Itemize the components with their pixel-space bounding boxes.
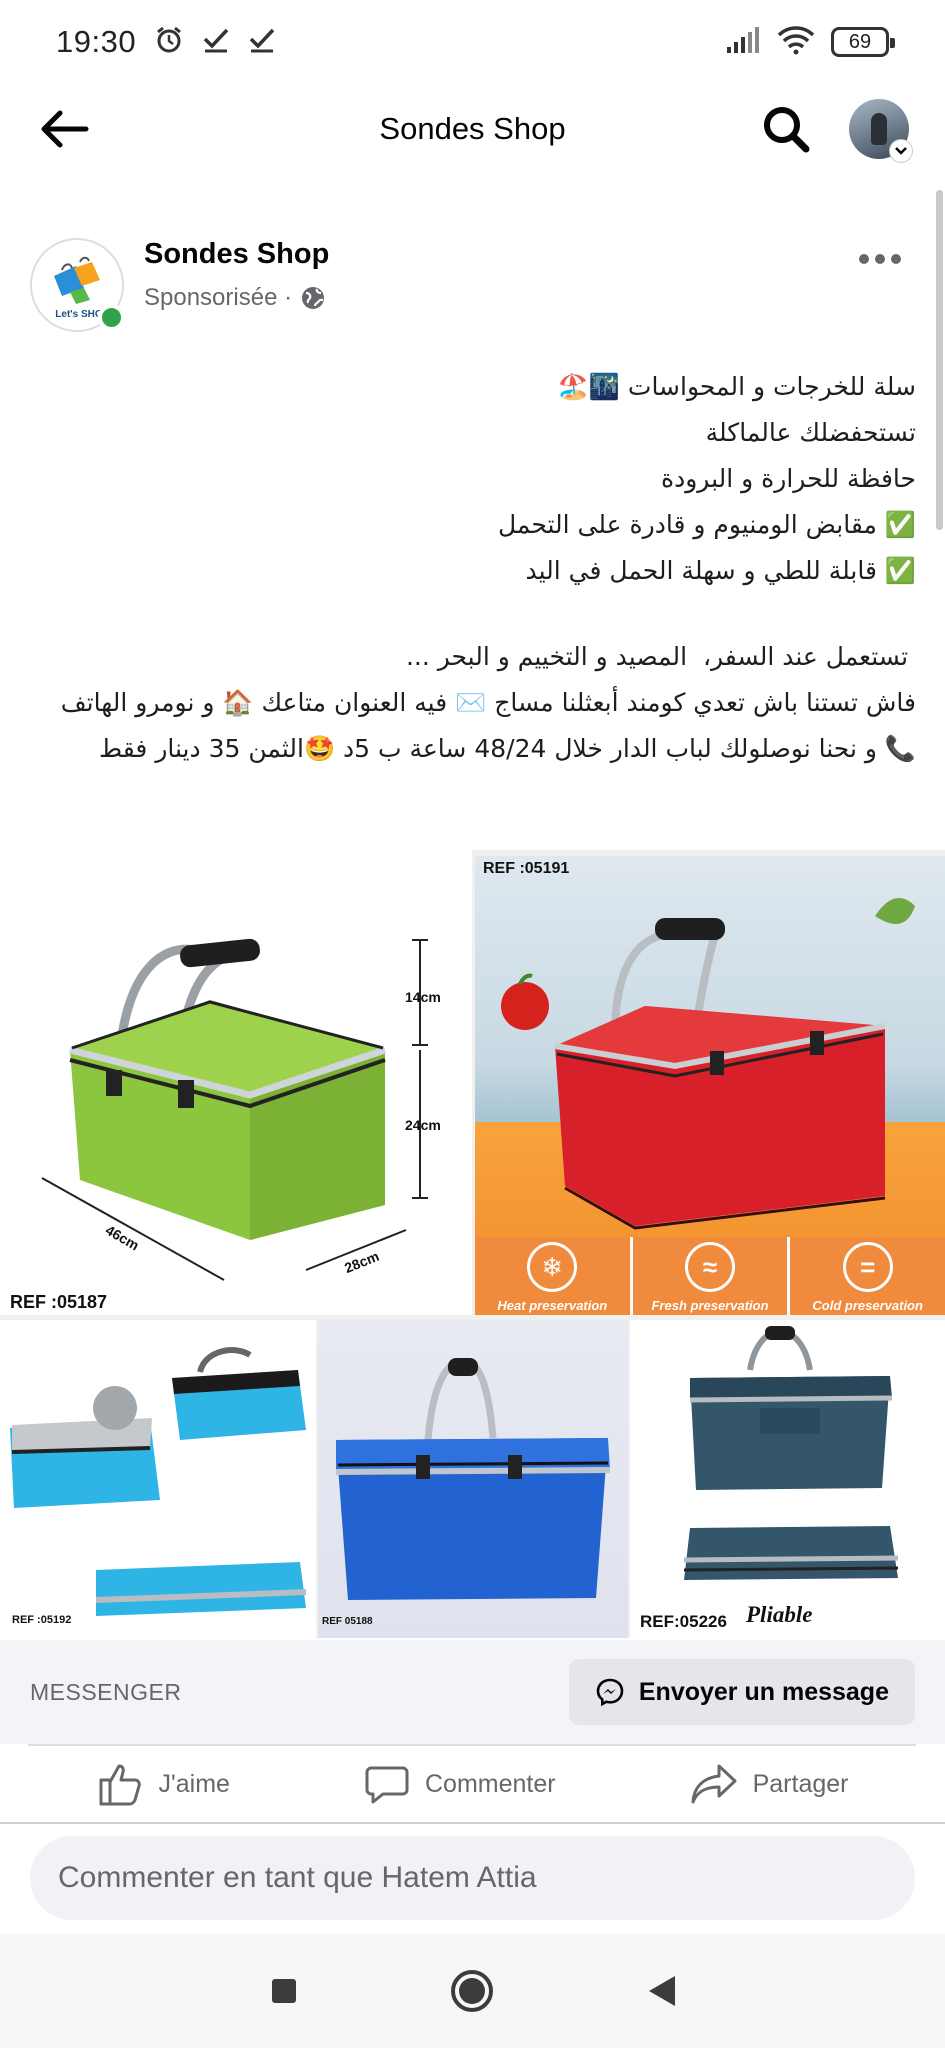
ref-label-blue: REF 05188: [322, 1616, 373, 1627]
system-nav-bar: [0, 1934, 945, 2048]
post-meta: Sponsorisée ·: [144, 284, 326, 312]
photo-navy-basket[interactable]: REF:05226 Pliable: [630, 1320, 945, 1638]
more-options-button[interactable]: [850, 244, 910, 274]
waves-icon: ≈: [685, 1242, 735, 1292]
post-actions: J'aime Commenter Partager: [0, 1746, 945, 1822]
feature-heat: ❄ Heat preservation: [475, 1237, 633, 1315]
post-line-7: تستعمل عند السفر، المصيد و التخييم و الب…: [405, 642, 916, 671]
post-line-gap: [56, 594, 916, 634]
profile-menu-button[interactable]: [849, 99, 913, 163]
share-icon: [689, 1760, 739, 1808]
check-icon: [248, 26, 276, 59]
ref-label-green: REF :05187: [10, 1292, 108, 1312]
messenger-label: MESSENGER: [30, 1678, 182, 1705]
dot: [891, 254, 901, 264]
post-line-1: سلة للخرجات و المحواسات 🌃🏖️: [557, 372, 916, 401]
photo-green-basket[interactable]: 14cm 24cm 46cm 28cm REF :05187: [0, 850, 472, 1315]
scrollbar[interactable]: [936, 190, 943, 530]
equals-icon: =: [842, 1242, 893, 1292]
post-header: Let's SHO Sondes Shop Sponsorisée ·: [28, 234, 918, 334]
dim-height-2: 24cm: [405, 1117, 441, 1133]
header-actions: [761, 99, 913, 163]
app-header: Sondes Shop: [0, 84, 945, 174]
feature-fresh: ≈ Fresh preservation: [633, 1237, 791, 1315]
page-name[interactable]: Sondes Shop: [144, 238, 329, 271]
check-icon: [202, 26, 230, 59]
snowflake-icon: ❄: [527, 1242, 578, 1292]
post-line-3: حافظة للحرارة و البرودة: [661, 464, 916, 493]
dim-length: 46cm: [103, 1222, 142, 1254]
comment-input[interactable]: [30, 1836, 915, 1920]
comment-area: [0, 1824, 945, 1934]
like-label: J'aime: [158, 1769, 230, 1798]
status-bar: 19:30 69: [0, 0, 945, 84]
chevron-down-icon: [889, 139, 913, 163]
share-button[interactable]: Partager: [689, 1760, 849, 1808]
messenger-icon: [595, 1677, 625, 1707]
battery-icon: 69: [831, 27, 895, 57]
ref-label-red: REF :05191: [483, 860, 570, 877]
comment-button[interactable]: Commenter: [363, 1760, 556, 1808]
status-right: 69: [725, 25, 895, 60]
wifi-icon: [777, 25, 815, 60]
alarm-icon: [154, 25, 184, 60]
globe-icon: [300, 285, 326, 311]
post-line-2: تستحفضلك عالماكلة: [705, 418, 916, 447]
battery-level: 69: [848, 30, 872, 53]
green-basket-illustration: 14cm 24cm 46cm 28cm: [41, 938, 441, 1281]
feature-bar: ❄ Heat preservation ≈ Fresh preservation…: [475, 1237, 945, 1315]
feature-heat-label: Heat preservation: [497, 1298, 608, 1313]
home-icon[interactable]: [449, 1968, 495, 2014]
navy-basket-illustration: [683, 1326, 899, 1580]
thumbs-up-icon: [97, 1760, 145, 1808]
signal-icon: [725, 26, 761, 58]
messenger-cta: MESSENGER Envoyer un message: [0, 1640, 945, 1744]
photo-light-blue-basket[interactable]: REF :05192: [0, 1320, 316, 1638]
arrow-left-icon[interactable]: [36, 101, 92, 157]
back-icon[interactable]: [645, 1974, 677, 2008]
dot: [875, 254, 885, 264]
post-line-8: فاش تستنا باش تعدي كومند أبعثلنا مساج ✉️…: [52, 688, 916, 763]
online-status-dot: [98, 304, 125, 331]
feature-cold-label: Cold preservation: [812, 1298, 923, 1313]
status-time: 19:30: [56, 24, 137, 59]
recents-icon[interactable]: [269, 1976, 299, 2006]
comment-icon: [363, 1760, 411, 1808]
status-left: 19:30: [56, 24, 276, 60]
send-message-button[interactable]: Envoyer un message: [568, 1659, 915, 1725]
pliable-label: Pliable: [746, 1602, 813, 1627]
feature-cold: = Cold preservation: [790, 1237, 945, 1315]
sponsored-label: Sponsorisée ·: [144, 284, 293, 311]
feature-fresh-label: Fresh preservation: [651, 1298, 769, 1313]
photo-grid: 14cm 24cm 46cm 28cm REF :05187 REF :0519…: [0, 850, 945, 1638]
share-label: Partager: [752, 1769, 849, 1798]
ref-label-light-blue: REF :05192: [12, 1614, 72, 1626]
post-line-4: ✅ مقابض الومنيوم و قادرة على التحمل: [497, 510, 916, 539]
send-message-label: Envoyer un message: [638, 1677, 889, 1706]
light-blue-basket-illustration: [10, 1347, 307, 1616]
logo-text: Let's SHO: [55, 309, 103, 320]
ref-label-navy: REF:05226: [640, 1612, 727, 1631]
post-text: سلة للخرجات و المحواسات 🌃🏖️ تستحفضلك عال…: [56, 364, 916, 772]
post-line-5: ✅ قابلة للطي و سهلة الحمل في اليد: [525, 556, 916, 585]
dim-height-1: 14cm: [405, 989, 441, 1005]
like-button[interactable]: J'aime: [97, 1760, 230, 1808]
photo-red-basket[interactable]: REF :05191 ❄ Heat preservation ≈ Fresh p…: [475, 856, 945, 1315]
comment-label: Commenter: [424, 1769, 556, 1798]
dim-width: 28cm: [342, 1248, 381, 1276]
dot: [859, 254, 869, 264]
search-icon[interactable]: [761, 104, 811, 154]
photo-blue-basket[interactable]: REF 05188: [318, 1320, 628, 1638]
blue-basket-illustration: [335, 1358, 611, 1600]
